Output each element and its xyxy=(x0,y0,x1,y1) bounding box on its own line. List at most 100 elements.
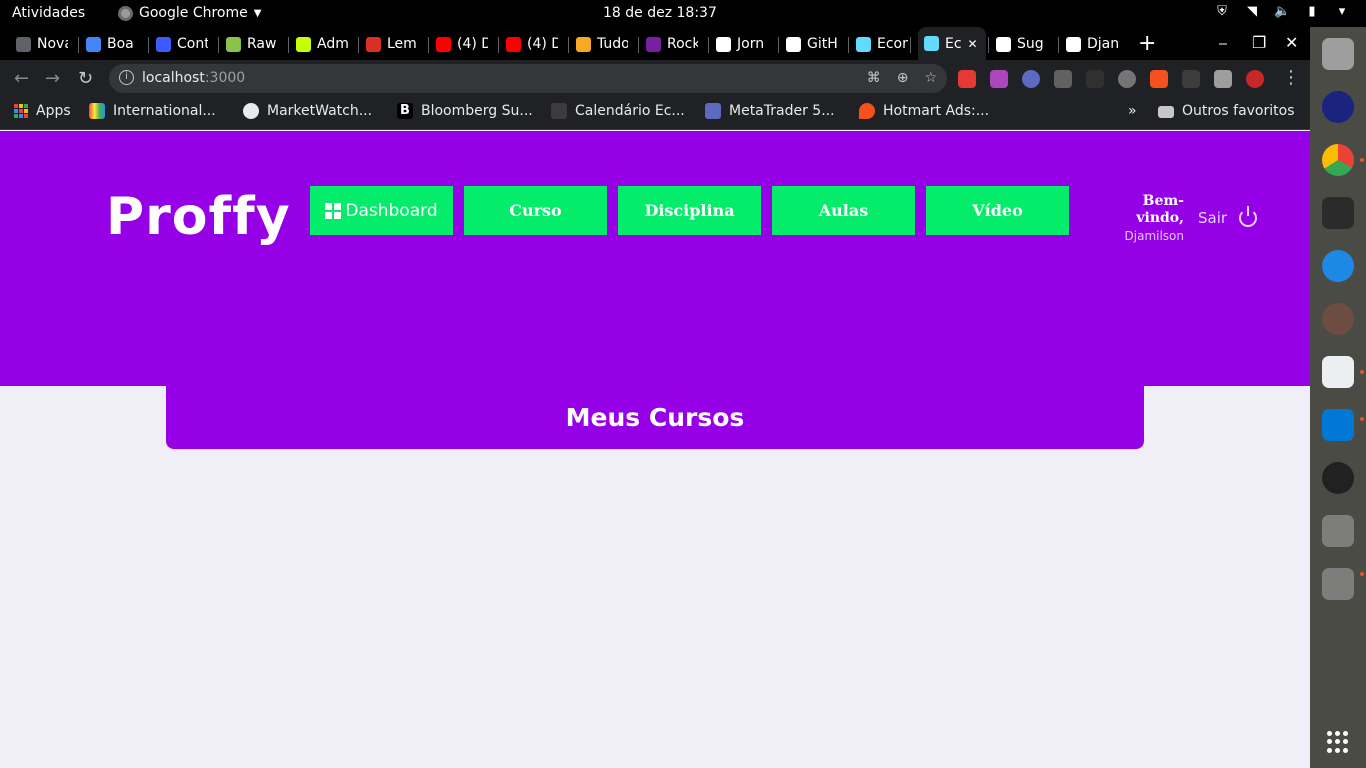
bookmark-item[interactable]: MarketWatch... xyxy=(243,103,372,119)
wifi-icon[interactable]: ◥ xyxy=(1244,4,1260,19)
nav-disciplina-button[interactable]: Disciplina xyxy=(618,186,761,235)
bookmark-apps[interactable]: Apps xyxy=(14,103,71,119)
caret-down-icon: ▼ xyxy=(253,7,262,19)
address-bar[interactable]: i localhost:3000 ⌘ ⊕ ☆ xyxy=(109,64,947,93)
nav-dashboard-button[interactable]: Dashboard xyxy=(310,186,453,235)
translate-icon[interactable]: ⌘ xyxy=(867,70,881,86)
disk-icon[interactable] xyxy=(1322,515,1354,547)
tab-favicon-icon xyxy=(996,36,1011,52)
shield-icon[interactable]: ⛨ xyxy=(1214,4,1230,19)
info-icon[interactable]: i xyxy=(119,70,134,85)
zoom-icon[interactable]: ⊕ xyxy=(897,70,909,86)
battery-icon[interactable]: ▮ xyxy=(1304,4,1320,19)
back-arrow-icon[interactable]: ← xyxy=(14,68,29,89)
browser-tab[interactable]: Lem xyxy=(366,34,418,54)
close-window-icon[interactable]: ✕ xyxy=(1285,33,1298,52)
browser-tab[interactable]: (4) D xyxy=(506,34,558,54)
obs-icon[interactable] xyxy=(1322,462,1354,494)
close-tab-icon[interactable]: ✕ xyxy=(968,37,978,51)
bookmarks-overflow-button[interactable]: » xyxy=(1128,103,1137,119)
browser-tab[interactable]: Djan xyxy=(1066,34,1118,54)
volume-icon[interactable]: 🔈 xyxy=(1274,4,1290,19)
tab-favicon-icon xyxy=(366,36,381,52)
gimp-icon[interactable] xyxy=(1322,303,1354,335)
app-icon[interactable] xyxy=(1322,250,1354,282)
browser-tab[interactable]: Nova gu xyxy=(16,34,68,54)
nav-video-button[interactable]: Vídeo xyxy=(926,186,1069,235)
tab-label: Sug xyxy=(1017,36,1044,52)
welcome-text: Bem-vindo, xyxy=(1136,193,1184,226)
investing-icon xyxy=(551,103,567,119)
tab-favicon-icon xyxy=(156,36,171,52)
tab-favicon-icon xyxy=(646,36,661,52)
bookmark-item[interactable]: Calendário Ec... xyxy=(551,103,685,119)
minimize-icon[interactable]: ⎯ xyxy=(1219,33,1227,53)
extension-icon[interactable] xyxy=(1182,70,1200,88)
tab-separator xyxy=(498,37,499,53)
browser-tab[interactable]: Rock xyxy=(646,34,698,54)
tab-favicon-icon xyxy=(716,36,731,52)
page-title: Meus Cursos xyxy=(565,403,745,432)
browser-toolbar: ← → ↻ i localhost:3000 ⌘ ⊕ ☆ ⋮ xyxy=(0,60,1310,97)
tab-label: Nova gu xyxy=(37,36,68,52)
url-text[interactable]: localhost:3000 xyxy=(142,70,245,86)
new-tab-icon[interactable]: + xyxy=(1138,31,1156,56)
eclipse-icon[interactable] xyxy=(1322,91,1354,123)
files-icon[interactable] xyxy=(1322,38,1354,70)
browser-tab[interactable]: Cont xyxy=(156,34,208,54)
tab-separator xyxy=(988,37,989,53)
bookmark-item[interactable]: B Bloomberg Su... xyxy=(397,103,533,119)
browser-tab[interactable]: Sug xyxy=(996,34,1048,54)
system-tray[interactable]: ⛨ ◥ 🔈 ▮ ▾ xyxy=(1214,4,1350,19)
restore-icon[interactable]: ❐ xyxy=(1252,33,1266,52)
extension-icon[interactable] xyxy=(1118,70,1136,88)
extension-icon[interactable] xyxy=(958,70,976,88)
logout-button[interactable]: Sair xyxy=(1198,206,1258,227)
text-editor-icon[interactable] xyxy=(1322,356,1354,388)
browser-tab[interactable]: Econ xyxy=(856,34,908,54)
browser-tab[interactable]: GitH xyxy=(786,34,838,54)
more-menu-icon[interactable]: ⋮ xyxy=(1282,67,1300,88)
bookmarks-bar: Apps International... MarketWatch... B B… xyxy=(0,97,1310,130)
bookmark-item[interactable]: MetaTrader 5... xyxy=(705,103,835,119)
activities-button[interactable]: Atividades xyxy=(12,5,85,21)
extension-icon[interactable] xyxy=(1054,70,1072,88)
proffy-logo[interactable]: Proffy xyxy=(106,187,291,247)
caret-down-icon[interactable]: ▾ xyxy=(1334,4,1350,19)
tab-favicon-icon xyxy=(16,36,31,52)
tab-label: Adm xyxy=(317,36,348,52)
terminal-icon[interactable] xyxy=(1322,197,1354,229)
tab-active[interactable]: Ec ✕ xyxy=(918,27,986,60)
app-menu[interactable]: Google Chrome ▼ xyxy=(118,5,261,21)
vscode-icon[interactable] xyxy=(1322,409,1354,441)
tab-favicon-icon xyxy=(576,36,591,52)
nav-aulas-button[interactable]: Aulas xyxy=(772,186,915,235)
extension-icon[interactable] xyxy=(990,70,1008,88)
browser-tab[interactable]: Tudo xyxy=(576,34,628,54)
tab-separator xyxy=(848,37,849,53)
extension-icon[interactable] xyxy=(1022,70,1040,88)
reload-icon[interactable]: ↻ xyxy=(78,68,93,89)
disk-icon[interactable] xyxy=(1322,568,1354,600)
show-applications-icon[interactable] xyxy=(1327,731,1349,753)
star-icon[interactable]: ☆ xyxy=(924,70,937,86)
forward-arrow-icon[interactable]: → xyxy=(45,68,60,89)
bookmark-item[interactable]: Hotmart Ads:... xyxy=(859,103,989,119)
avatar[interactable] xyxy=(1246,70,1264,88)
chrome-icon[interactable] xyxy=(1322,144,1354,176)
tab-separator xyxy=(78,37,79,53)
browser-tab[interactable]: Raw xyxy=(226,34,278,54)
bookmark-item[interactable]: International... xyxy=(89,103,216,119)
tab-separator xyxy=(638,37,639,53)
clock[interactable]: 18 de dez 18:37 xyxy=(603,5,717,21)
puzzle-icon[interactable] xyxy=(1214,70,1232,88)
extension-icon[interactable] xyxy=(1150,70,1168,88)
other-bookmarks-folder[interactable]: Outros favoritos xyxy=(1158,103,1295,119)
browser-tab[interactable]: Boa xyxy=(86,34,138,54)
ubuntu-dock xyxy=(1310,27,1366,768)
browser-tab[interactable]: Adm xyxy=(296,34,348,54)
browser-tab[interactable]: (4) D xyxy=(436,34,488,54)
nav-curso-button[interactable]: Curso xyxy=(464,186,607,235)
browser-tab[interactable]: Jorn xyxy=(716,34,768,54)
extension-icon[interactable] xyxy=(1086,70,1104,88)
